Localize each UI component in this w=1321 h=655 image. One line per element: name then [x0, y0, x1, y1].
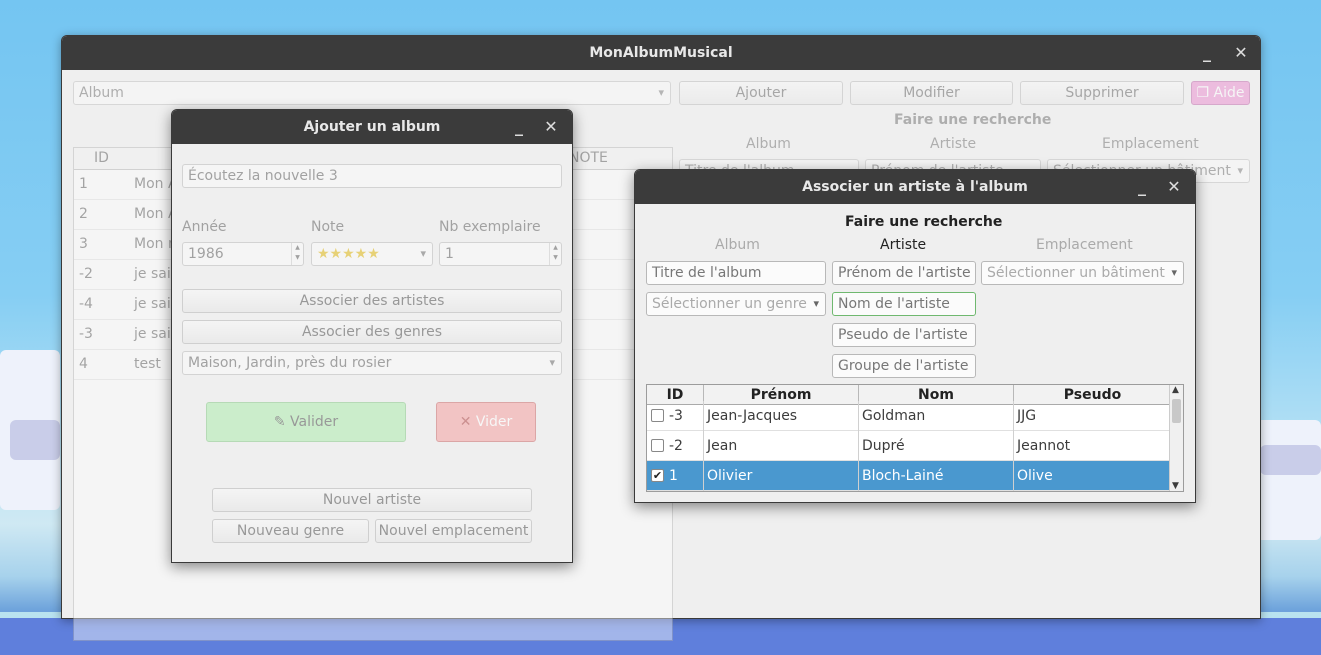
table-row-selected[interactable]: ✔ 1 Olivier Bloch-Lainé Olive: [647, 461, 1171, 491]
rating-label: Note: [311, 219, 345, 235]
clear-button[interactable]: ✕ Vider: [436, 402, 536, 442]
album-id: 1: [79, 176, 88, 192]
background-cloud: [10, 420, 60, 460]
help-button-label: Aide: [1213, 85, 1245, 101]
add-album-title: Ajouter un album: [303, 119, 441, 135]
row-nickname: Jeannot: [1017, 438, 1071, 454]
new-artist-button[interactable]: Nouvel artiste: [212, 488, 532, 512]
pen-icon: ✎: [273, 414, 286, 430]
minimize-icon[interactable]: _: [1198, 44, 1216, 62]
row-checkbox[interactable]: [651, 439, 664, 452]
main-search-title: Faire une recherche: [894, 112, 1052, 128]
assoc-col-album: Album: [715, 237, 760, 253]
artist-first-name-input[interactable]: Prénom de l'artiste: [832, 261, 976, 285]
row-id-cell: -2: [647, 431, 704, 461]
assoc-genre-combo[interactable]: Sélectionner un genre: [646, 292, 826, 316]
background-cloud: [1260, 445, 1321, 475]
row-id: -2: [669, 438, 683, 454]
validate-label: Valider: [290, 414, 339, 430]
row-id: 1: [669, 468, 678, 484]
location-combo[interactable]: Maison, Jardin, près du rosier: [182, 351, 562, 375]
add-album-body: Écoutez la nouvelle 3 Année Note Nb exem…: [172, 144, 572, 562]
edit-button[interactable]: Modifier: [850, 81, 1013, 105]
add-button[interactable]: Ajouter: [679, 81, 843, 105]
main-titlebar: MonAlbumMusical _ ✕: [62, 36, 1260, 70]
scroll-up-icon[interactable]: ▲: [1172, 385, 1179, 395]
albums-col-id: ID: [94, 150, 109, 166]
clear-label: Vider: [475, 414, 513, 430]
assoc-building-combo[interactable]: Sélectionner un bâtiment: [981, 261, 1184, 285]
scroll-thumb[interactable]: [1172, 399, 1181, 423]
main-search-col-location: Emplacement: [1102, 136, 1199, 152]
album-name: test: [134, 356, 161, 372]
album-id: -2: [79, 266, 93, 282]
table-row[interactable]: -2 Jean Dupré Jeannot: [647, 431, 1171, 461]
row-id: -3: [669, 408, 683, 424]
associate-artists-button[interactable]: Associer des artistes: [182, 289, 562, 313]
year-value: 1986: [188, 246, 224, 262]
new-genre-button[interactable]: Nouveau genre: [212, 519, 369, 543]
minimize-icon[interactable]: _: [510, 118, 528, 136]
row-checkbox[interactable]: [651, 409, 664, 422]
row-first-name: Jean-Jacques: [704, 401, 859, 431]
year-label: Année: [182, 219, 227, 235]
assoc-search-title: Faire une recherche: [845, 214, 1003, 230]
table-scrollbar[interactable]: ▲ ▼: [1169, 385, 1183, 491]
artist-last-name-input[interactable]: Nom de l'artiste: [832, 292, 976, 316]
rating-combo[interactable]: ★★★★★: [311, 242, 433, 266]
scroll-down-icon[interactable]: ▼: [1172, 481, 1179, 491]
book-icon: ❐: [1196, 85, 1210, 101]
row-first-name: Olivier: [704, 461, 859, 491]
row-last-name: Bloch-Lainé: [859, 461, 1014, 491]
delete-button[interactable]: Supprimer: [1020, 81, 1184, 105]
associate-genres-button[interactable]: Associer des genres: [182, 320, 562, 344]
table-row[interactable]: -3 Jean-Jacques Goldman JJG: [647, 401, 1171, 431]
add-album-titlebar: Ajouter un album _ ✕: [172, 110, 572, 144]
close-icon[interactable]: ✕: [1232, 44, 1250, 62]
minimize-icon[interactable]: _: [1133, 178, 1151, 196]
album-filter-combo[interactable]: Album: [73, 81, 671, 105]
artist-nickname-input[interactable]: Pseudo de l'artiste: [832, 323, 976, 347]
row-id-cell: -3: [647, 401, 704, 431]
album-id: 2: [79, 206, 88, 222]
spin-arrows-icon[interactable]: ▲ ▼: [549, 243, 561, 265]
close-icon[interactable]: ✕: [542, 118, 560, 136]
copies-spinbox[interactable]: 1 ▲ ▼: [439, 242, 562, 266]
row-last-name: Dupré: [859, 431, 1014, 461]
rating-stars: ★★★★★: [317, 246, 380, 262]
new-location-button[interactable]: Nouvel emplacement: [375, 519, 532, 543]
main-search-col-artist: Artiste: [930, 136, 977, 152]
row-first-name: Jean: [704, 431, 859, 461]
main-search-col-album: Album: [746, 136, 791, 152]
spin-arrows-icon[interactable]: ▲ ▼: [291, 243, 303, 265]
album-id: 3: [79, 236, 88, 252]
album-id: -3: [79, 326, 93, 342]
row-last-name: Goldman: [859, 401, 1014, 431]
copies-label: Nb exemplaire: [439, 219, 541, 235]
main-window-title: MonAlbumMusical: [589, 45, 733, 61]
row-nickname: Olive: [1017, 468, 1053, 484]
assoc-col-location: Emplacement: [1036, 237, 1133, 253]
album-name-input[interactable]: Écoutez la nouvelle 3: [182, 164, 562, 188]
row-nickname: JJG: [1017, 408, 1037, 424]
row-checkbox-checked[interactable]: ✔: [651, 469, 664, 482]
artists-table[interactable]: ID Prénom Nom Pseudo -3 Jean-Jacques Gol…: [646, 384, 1184, 492]
album-id: -4: [79, 296, 93, 312]
associate-artist-dialog: Associer un artiste à l'album _ ✕ Faire …: [634, 169, 1196, 503]
help-button[interactable]: ❐ Aide: [1191, 81, 1250, 105]
associate-artist-titlebar: Associer un artiste à l'album _ ✕: [635, 170, 1195, 204]
close-icon[interactable]: ✕: [1165, 178, 1183, 196]
year-spinbox[interactable]: 1986 ▲ ▼: [182, 242, 304, 266]
artist-group-input[interactable]: Groupe de l'artiste: [832, 354, 976, 378]
copies-value: 1: [445, 246, 454, 262]
albums-col-note: NOTE: [569, 150, 608, 166]
album-id: 4: [79, 356, 88, 372]
validate-button[interactable]: ✎ Valider: [206, 402, 406, 442]
associate-artist-title: Associer un artiste à l'album: [802, 179, 1028, 195]
row-id-cell: ✔ 1: [647, 461, 704, 491]
assoc-album-title-input[interactable]: Titre de l'album: [646, 261, 826, 285]
add-album-dialog: Ajouter un album _ ✕ Écoutez la nouvelle…: [171, 109, 573, 563]
cross-icon: ✕: [459, 414, 472, 430]
assoc-col-artist: Artiste: [880, 237, 927, 253]
